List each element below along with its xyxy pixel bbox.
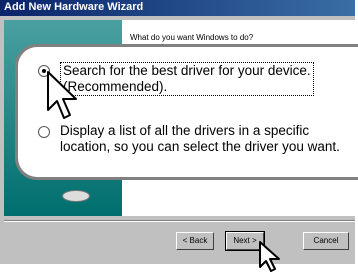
button-separator	[4, 220, 355, 222]
search-driver-line1: Search for the best driver for your devi…	[63, 63, 311, 78]
display-list-line2: location, so you can select the driver y…	[60, 139, 340, 154]
cancel-button[interactable]: Cancel	[303, 232, 349, 250]
cursor-arrow-icon	[47, 71, 77, 119]
search-driver-label[interactable]: Search for the best driver for your devi…	[60, 62, 314, 96]
window-title: Add New Hardware Wizard	[4, 1, 144, 13]
search-driver-line2: (Recommended).	[63, 79, 168, 94]
display-list-line1: Display a list of all the drivers in a s…	[60, 123, 310, 138]
back-button[interactable]: < Back	[176, 232, 214, 250]
cursor-arrow-icon	[259, 241, 280, 272]
cd-icon	[62, 190, 90, 202]
title-bar: Add New Hardware Wizard	[0, 0, 355, 16]
display-list-label[interactable]: Display a list of all the drivers in a s…	[60, 123, 340, 155]
display-list-radio[interactable]	[38, 126, 50, 138]
wizard-prompt: What do you want Windows to do?	[130, 33, 254, 42]
